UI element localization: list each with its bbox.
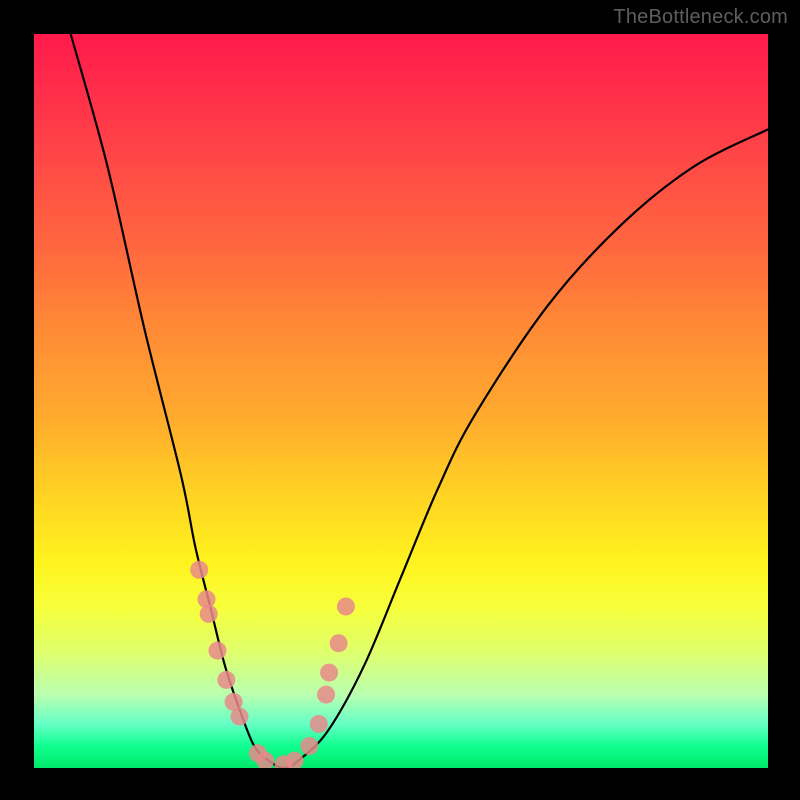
bottleneck-curve-path	[71, 34, 768, 768]
marker-dot	[300, 737, 318, 755]
curve-svg	[34, 34, 768, 768]
chart-frame: TheBottleneck.com	[0, 0, 800, 800]
marker-dot	[209, 642, 227, 660]
marker-dot	[217, 671, 235, 689]
marker-dot	[200, 605, 218, 623]
marker-dot	[330, 634, 348, 652]
marker-dot	[310, 715, 328, 733]
marker-dot	[320, 664, 338, 682]
marker-dot	[190, 561, 208, 579]
marker-dot	[231, 708, 249, 726]
marker-dot	[286, 752, 304, 768]
marker-group	[190, 561, 355, 768]
marker-dot	[317, 686, 335, 704]
plot-area	[34, 34, 768, 768]
marker-dot	[337, 598, 355, 616]
watermark-text: TheBottleneck.com	[613, 6, 788, 29]
